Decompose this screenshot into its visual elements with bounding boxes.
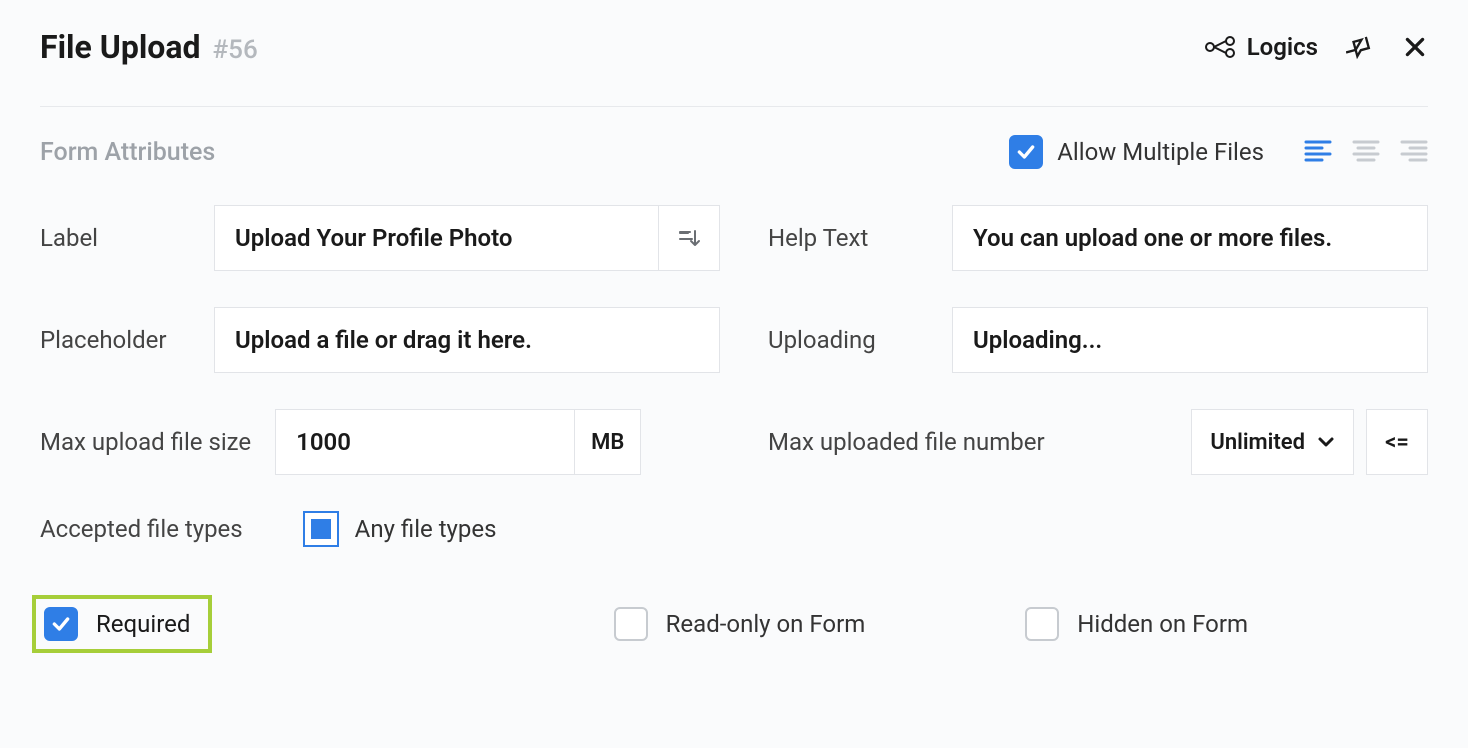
section-title-form-attributes: Form Attributes <box>40 138 215 167</box>
help-text-field-label: Help Text <box>768 224 928 252</box>
placeholder-input[interactable] <box>214 307 720 373</box>
label-field-label: Label <box>40 224 190 252</box>
align-left-button[interactable] <box>1304 138 1332 166</box>
max-number-operator[interactable]: <= <box>1366 409 1428 475</box>
readonly-checkbox[interactable] <box>614 607 648 641</box>
hidden-label: Hidden on Form <box>1077 610 1248 638</box>
element-id: #56 <box>213 35 258 65</box>
help-text-input[interactable] <box>952 205 1428 271</box>
align-center-button[interactable] <box>1352 138 1380 166</box>
required-highlight: Required <box>32 595 212 653</box>
logics-button[interactable]: Logics <box>1205 33 1318 61</box>
close-button[interactable] <box>1402 34 1428 60</box>
allow-multiple-label: Allow Multiple Files <box>1057 138 1264 166</box>
logics-icon <box>1205 36 1235 58</box>
max-number-value: Unlimited <box>1210 430 1305 455</box>
any-file-types-label: Any file types <box>355 515 497 543</box>
required-checkbox[interactable] <box>44 607 78 641</box>
accepted-types-label: Accepted file types <box>40 515 243 543</box>
placeholder-field-label: Placeholder <box>40 326 190 354</box>
align-right-button[interactable] <box>1400 138 1428 166</box>
any-file-types-checkbox[interactable] <box>303 511 339 547</box>
required-label: Required <box>96 610 190 638</box>
panel-title: File Upload <box>40 28 201 66</box>
max-number-select[interactable]: Unlimited <box>1191 409 1354 475</box>
uploading-text-input[interactable] <box>952 307 1428 373</box>
pin-button[interactable] <box>1346 33 1374 61</box>
logics-label: Logics <box>1247 33 1318 61</box>
label-position-button[interactable] <box>658 205 720 271</box>
checkbox-indicator <box>311 519 331 539</box>
readonly-label: Read-only on Form <box>666 610 866 638</box>
chevron-down-icon <box>1317 436 1335 448</box>
allow-multiple-checkbox[interactable] <box>1009 135 1043 169</box>
max-number-field-label: Max uploaded file number <box>768 428 1045 456</box>
panel-header: File Upload #56 Logics <box>40 28 1428 107</box>
max-size-field-label: Max upload file size <box>40 428 251 456</box>
max-size-unit: MB <box>575 409 641 475</box>
hidden-checkbox[interactable] <box>1025 607 1059 641</box>
label-input[interactable] <box>214 205 658 271</box>
max-size-input[interactable] <box>275 409 575 475</box>
uploading-field-label: Uploading <box>768 326 928 354</box>
